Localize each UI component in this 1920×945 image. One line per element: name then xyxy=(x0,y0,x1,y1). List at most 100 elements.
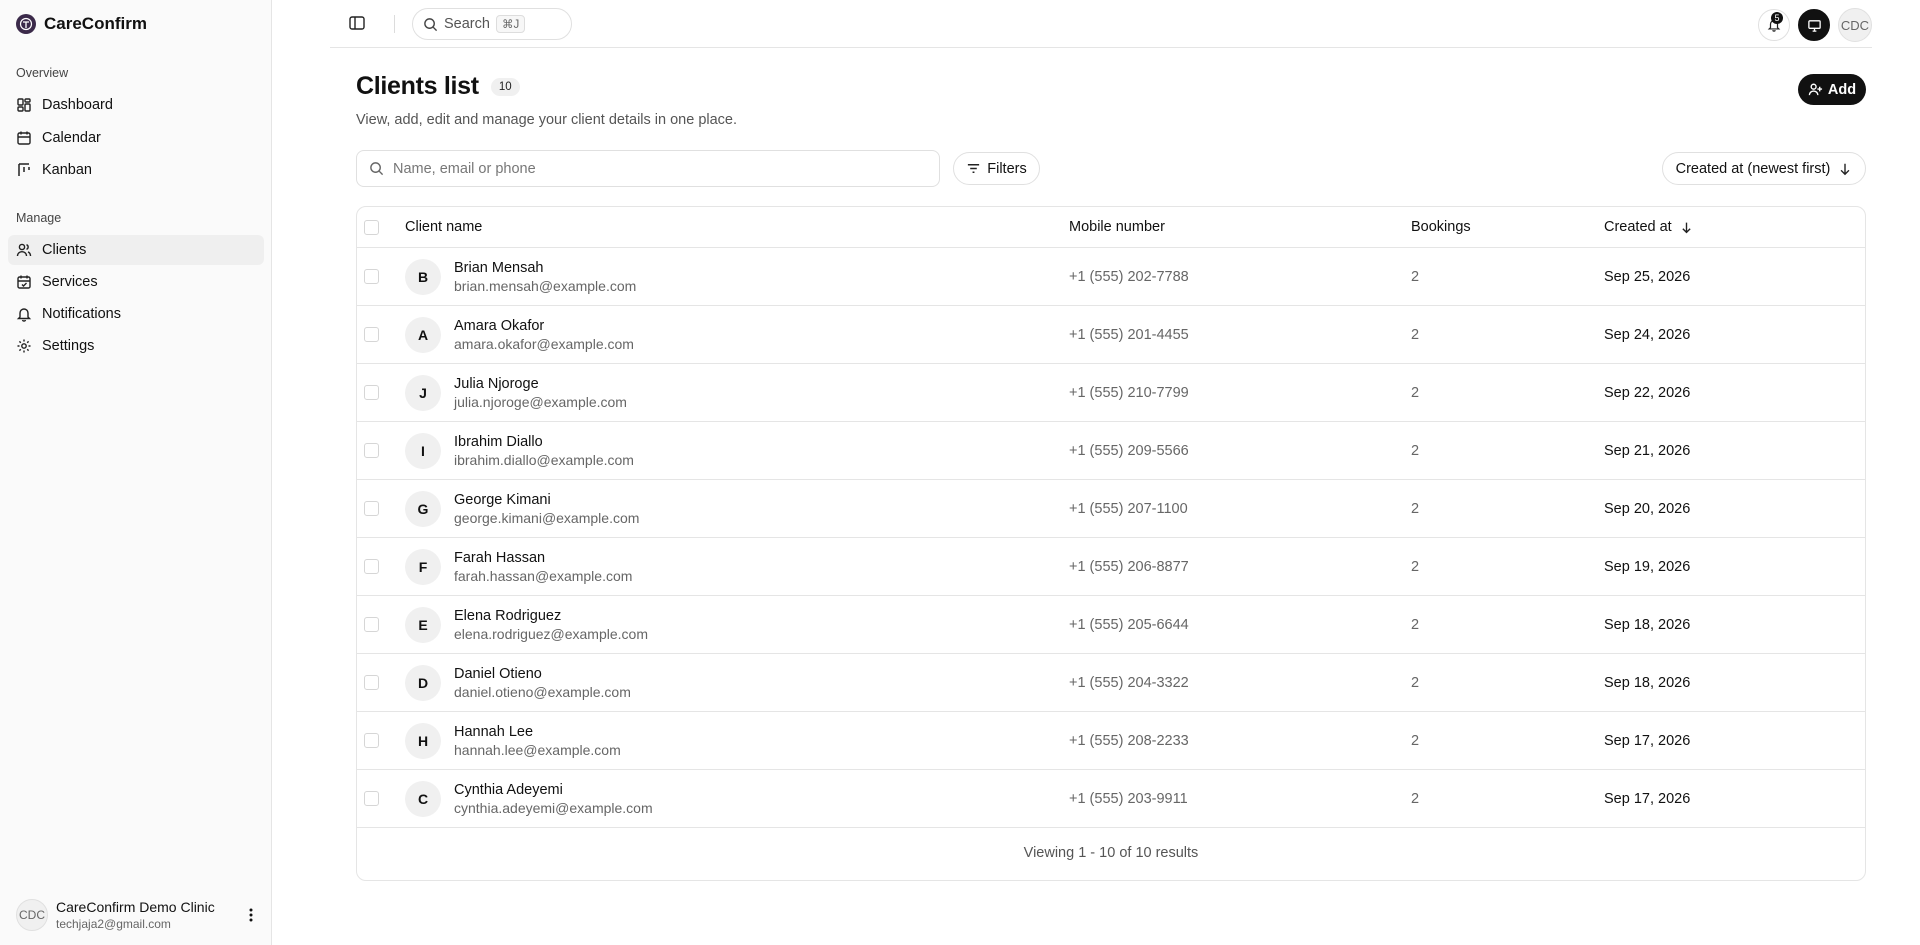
avatar: I xyxy=(405,432,441,469)
topbar-divider xyxy=(394,15,395,33)
column-header-bookings[interactable]: Bookings xyxy=(1411,207,1471,247)
client-created-at: Sep 17, 2026 xyxy=(1604,790,1691,807)
column-header-mobile[interactable]: Mobile number xyxy=(1069,207,1165,247)
filters-label: Filters xyxy=(987,160,1027,177)
row-select-cell xyxy=(364,422,379,479)
avatar: E xyxy=(405,606,441,643)
page-title: Clients list xyxy=(356,72,479,100)
client-bookings: 2 xyxy=(1411,616,1420,633)
client-name: Cynthia Adeyemi xyxy=(454,781,563,798)
client-name: George Kimani xyxy=(454,491,551,508)
client-name: Brian Mensah xyxy=(454,259,544,276)
row-checkbox[interactable] xyxy=(364,617,379,632)
user-plus-icon xyxy=(1808,83,1822,96)
sidebar-item-dashboard[interactable]: Dashboard xyxy=(8,90,264,120)
brand[interactable]: CareConfirm xyxy=(16,14,147,34)
table-row[interactable]: B Brian Mensah brian.mensah@example.com … xyxy=(357,248,1865,306)
nav-section-overview: Overview xyxy=(16,66,69,80)
table-row[interactable]: F Farah Hassan farah.hassan@example.com … xyxy=(357,538,1865,596)
client-created-at: Sep 20, 2026 xyxy=(1604,500,1691,517)
sort-label: Created at (newest first) xyxy=(1675,160,1831,177)
sidebar-item-services[interactable]: Services xyxy=(8,267,264,297)
client-cell: D Daniel Otieno daniel.otieno@example.co… xyxy=(405,654,631,711)
client-created-at: Sep 21, 2026 xyxy=(1604,442,1691,459)
kanban-icon xyxy=(18,163,30,176)
row-checkbox[interactable] xyxy=(364,733,379,748)
global-search-button[interactable]: Search ⌘J xyxy=(412,8,572,40)
notifications-button[interactable]: 5 xyxy=(1758,9,1790,41)
row-checkbox[interactable] xyxy=(364,269,379,284)
account-name: CareConfirm Demo Clinic xyxy=(56,899,215,915)
client-name: Julia Njoroge xyxy=(454,375,539,392)
sidebar-item-label: Services xyxy=(42,274,98,290)
sidebar-item-settings[interactable]: Settings xyxy=(8,331,264,361)
avatar: H xyxy=(405,722,441,759)
client-mobile: +1 (555) 207-1100 xyxy=(1069,500,1188,517)
add-client-button[interactable]: Add xyxy=(1798,74,1866,105)
client-info: Hannah Lee hannah.lee@example.com xyxy=(454,724,621,758)
client-email: brian.mensah@example.com xyxy=(454,277,637,294)
client-cell: G George Kimani george.kimani@example.co… xyxy=(405,480,639,537)
client-email: cynthia.adeyemi@example.com xyxy=(454,799,653,816)
page-subtitle: View, add, edit and manage your client d… xyxy=(356,112,738,128)
sidebar-item-label: Dashboard xyxy=(42,97,113,113)
client-mobile: +1 (555) 209-5566 xyxy=(1069,442,1189,459)
table-row[interactable]: J Julia Njoroge julia.njoroge@example.co… xyxy=(357,364,1865,422)
calendar-icon xyxy=(17,131,31,145)
row-checkbox[interactable] xyxy=(364,675,379,690)
client-created-at: Sep 18, 2026 xyxy=(1604,616,1691,633)
row-select-cell xyxy=(364,364,379,421)
table-row[interactable]: G George Kimani george.kimani@example.co… xyxy=(357,480,1865,538)
client-info: Brian Mensah brian.mensah@example.com xyxy=(454,260,636,294)
account-menu[interactable]: CDC CareConfirm Demo Clinic techjaja2@gm… xyxy=(16,899,260,931)
avatar: D xyxy=(405,664,441,701)
client-email: george.kimani@example.com xyxy=(454,509,640,526)
sidebar-item-clients[interactable]: Clients xyxy=(8,235,264,265)
table-row[interactable]: C Cynthia Adeyemi cynthia.adeyemi@exampl… xyxy=(357,770,1865,828)
client-search-input[interactable] xyxy=(393,160,923,177)
table-row[interactable]: E Elena Rodriguez elena.rodriguez@exampl… xyxy=(357,596,1865,654)
client-bookings: 2 xyxy=(1411,558,1420,575)
client-created-at: Sep 25, 2026 xyxy=(1604,268,1691,285)
brand-logo-icon xyxy=(16,14,36,34)
users-icon xyxy=(16,243,32,257)
page-header: Clients list 10 xyxy=(356,72,520,101)
column-header-created[interactable]: Created at xyxy=(1604,207,1693,247)
table-row[interactable]: A Amara Okafor amara.okafor@example.com … xyxy=(357,306,1865,364)
table-row[interactable]: I Ibrahim Diallo ibrahim.diallo@example.… xyxy=(357,422,1865,480)
client-mobile: +1 (555) 203-9911 xyxy=(1069,790,1188,807)
client-bookings: 2 xyxy=(1411,790,1420,807)
table-row[interactable]: D Daniel Otieno daniel.otieno@example.co… xyxy=(357,654,1865,712)
display-mode-button[interactable] xyxy=(1798,9,1830,41)
client-email: ibrahim.diallo@example.com xyxy=(454,451,634,468)
column-header-name[interactable]: Client name xyxy=(405,207,482,247)
row-select-cell xyxy=(364,770,379,827)
row-checkbox[interactable] xyxy=(364,327,379,342)
sidebar-item-label: Kanban xyxy=(42,162,92,178)
table-row[interactable]: H Hannah Lee hannah.lee@example.com +1 (… xyxy=(357,712,1865,770)
row-checkbox[interactable] xyxy=(364,443,379,458)
client-name: Elena Rodriguez xyxy=(454,607,562,624)
client-email: farah.hassan@example.com xyxy=(454,567,633,584)
select-all-checkbox[interactable] xyxy=(364,219,379,235)
user-avatar[interactable]: CDC xyxy=(1838,8,1872,42)
calendar-check-icon xyxy=(17,275,31,289)
filters-button[interactable]: Filters xyxy=(953,152,1040,185)
client-bookings: 2 xyxy=(1411,268,1420,285)
sort-select[interactable]: Created at (newest first) xyxy=(1662,152,1866,185)
row-checkbox[interactable] xyxy=(364,501,379,516)
select-all-cell xyxy=(364,207,379,247)
sidebar-item-kanban[interactable]: Kanban xyxy=(8,155,264,185)
sidebar-item-calendar[interactable]: Calendar xyxy=(8,123,264,153)
avatar: J xyxy=(405,374,441,411)
row-checkbox[interactable] xyxy=(364,791,379,806)
client-bookings: 2 xyxy=(1411,384,1420,401)
client-info: Farah Hassan farah.hassan@example.com xyxy=(454,550,632,584)
more-vertical-icon[interactable] xyxy=(242,906,260,924)
client-bookings: 2 xyxy=(1411,732,1420,749)
row-checkbox[interactable] xyxy=(364,385,379,400)
row-checkbox[interactable] xyxy=(364,559,379,574)
sidebar-item-label: Settings xyxy=(42,338,95,354)
sidebar-item-notifications[interactable]: Notifications xyxy=(8,299,264,329)
sidebar-toggle-icon[interactable] xyxy=(348,14,368,34)
